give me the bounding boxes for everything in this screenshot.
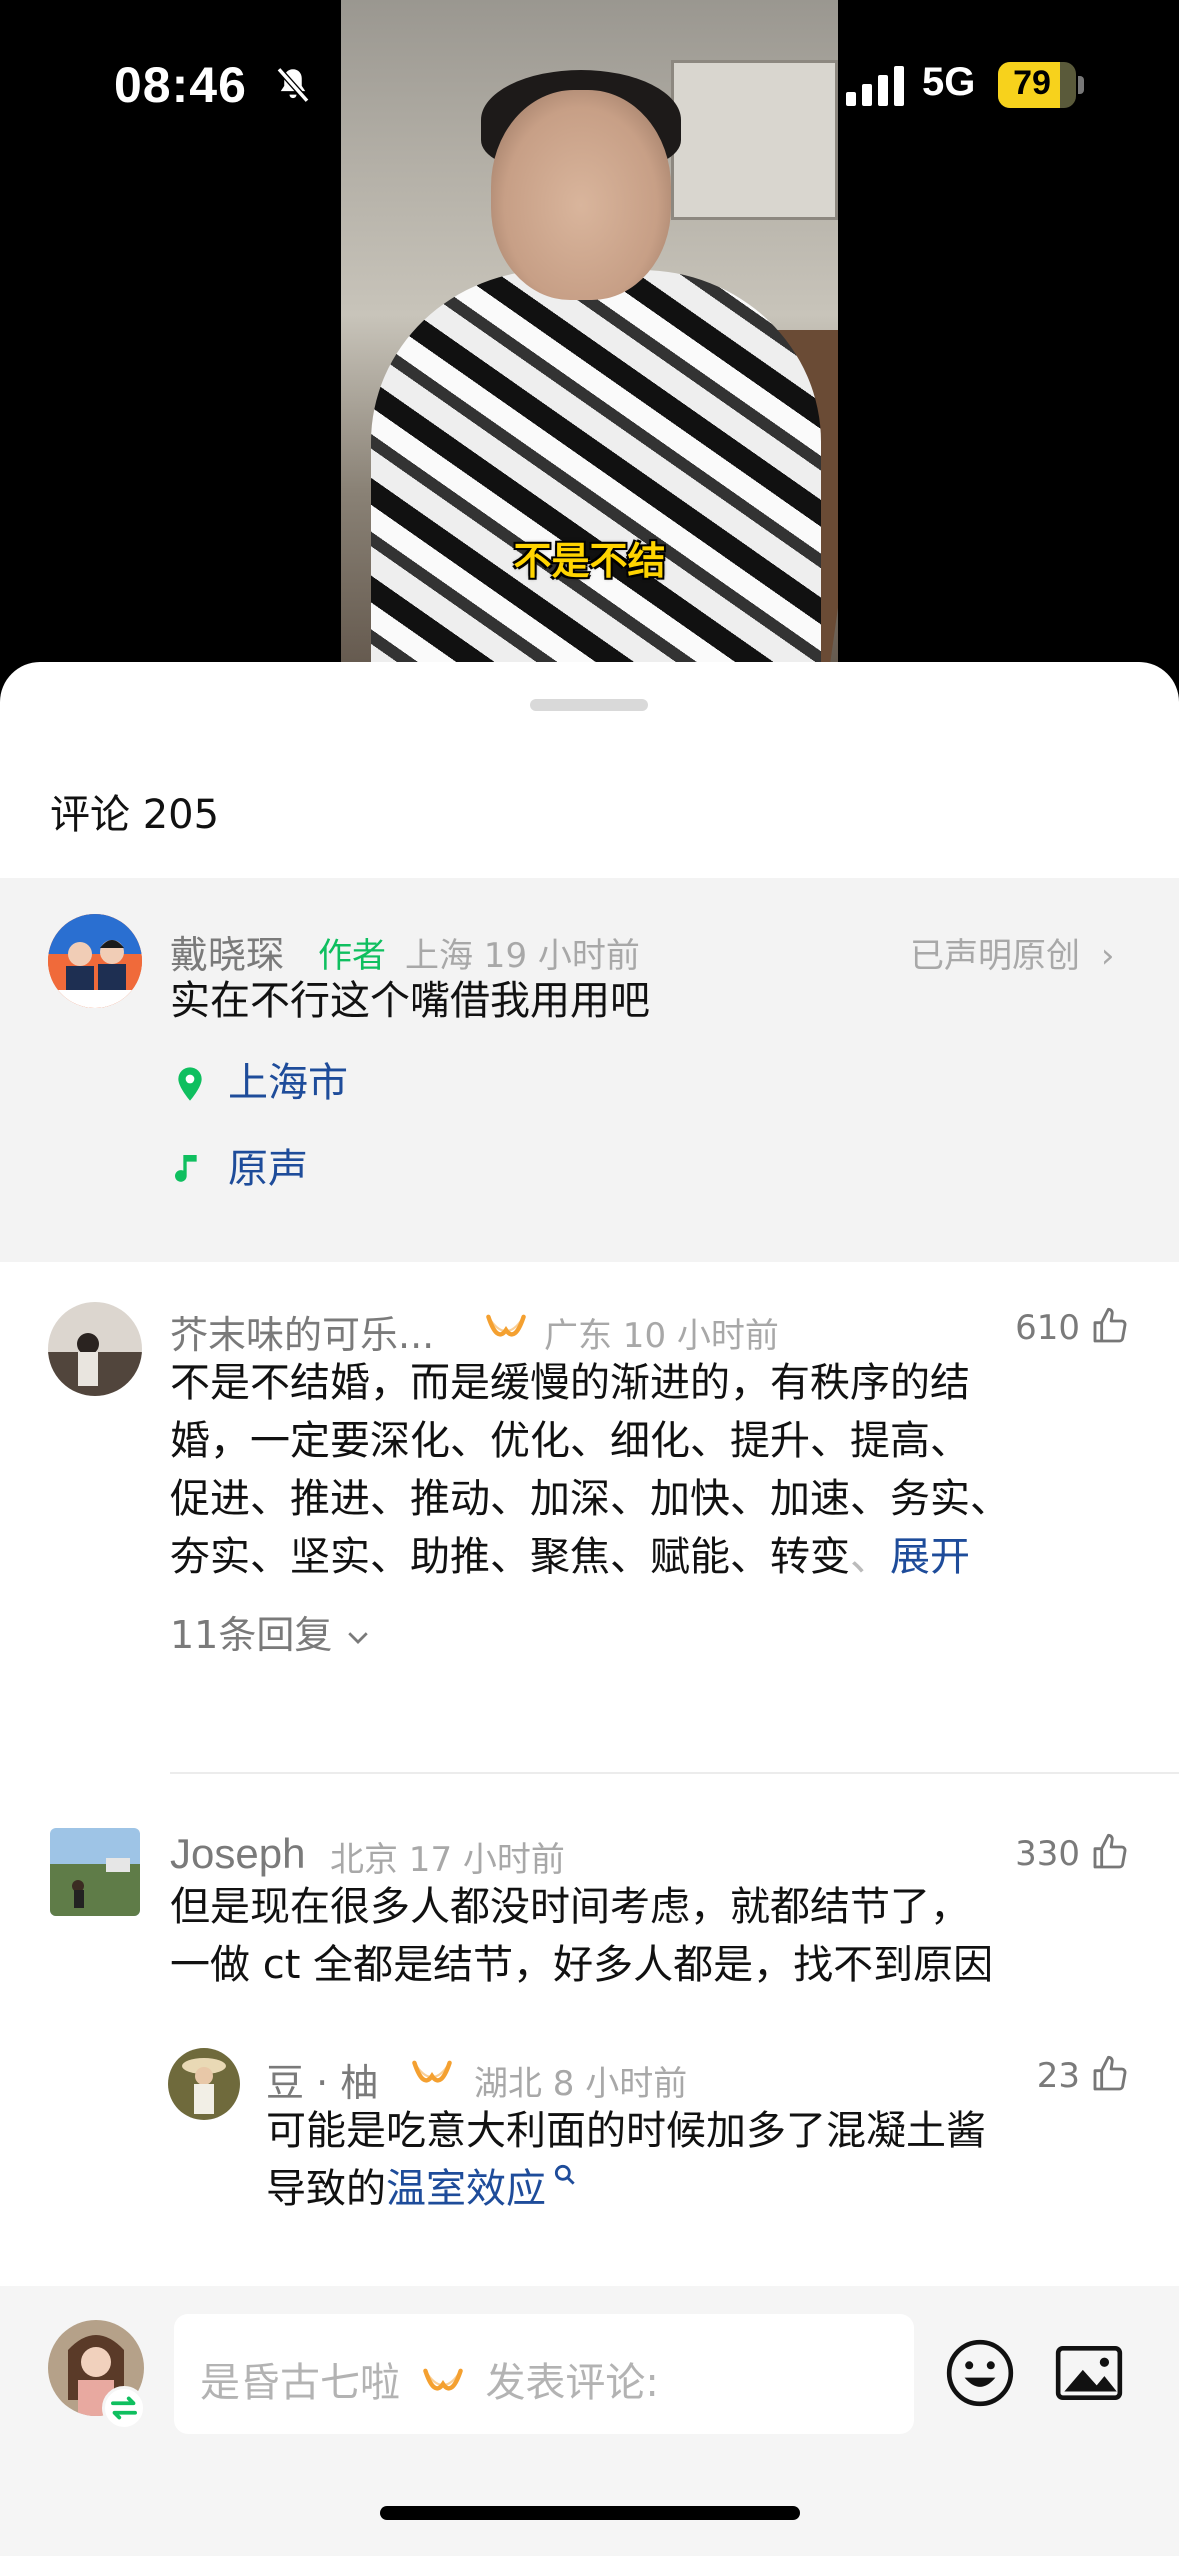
commenter-avatar-image: [50, 1828, 140, 1916]
view-replies-button[interactable]: 11条回复: [170, 1604, 373, 1657]
battery-icon: 79: [998, 62, 1076, 108]
comment-text-line: 夯实、坚实、助推、聚焦、赋能、转变: [170, 1534, 850, 1580]
bell-muted-icon: [276, 67, 310, 103]
home-indicator[interactable]: [380, 2506, 800, 2520]
thumbs-up-icon: [1093, 1833, 1127, 1869]
swap-arrows-icon: [111, 2396, 137, 2420]
status-time: 08:46: [114, 57, 247, 113]
author-tag: 作者: [318, 936, 386, 976]
battery-percent: 79: [1013, 64, 1051, 102]
comment-text-line: 但是现在很多人都没时间考虑，就都结节了，: [170, 1884, 970, 1930]
reply-text: 可能是吃意大利面的时候加多了混凝土酱 导致的温室效应: [266, 2102, 1136, 2218]
comment-item: Joseph 北京 17 小时前 330 但是现在很多人都没时间考虑，就都结节了…: [0, 1828, 1179, 2278]
author-comment: 戴晓琛 作者 上海 19 小时前 已声明原创 › 实在不行这个嘴借我用用吧 上海…: [0, 878, 1179, 1262]
like-count: 610: [1015, 1308, 1080, 1348]
cellular-signal-icon: [846, 66, 904, 106]
replier-name[interactable]: 豆 · 柚: [266, 2052, 378, 2107]
my-username: 是昏古七啦: [200, 2360, 400, 2406]
original-declared-label[interactable]: 已声明原创 ›: [910, 928, 1114, 977]
author-avatar-image: [48, 914, 142, 1008]
commenter-avatar[interactable]: [50, 1828, 140, 1916]
replier-location-time: 湖北 8 小时前: [474, 2064, 688, 2104]
comment-divider: [170, 1772, 1179, 1774]
author-name[interactable]: 戴晓琛: [170, 924, 284, 979]
vip-badge-icon: [486, 1314, 526, 1337]
screen: 不是不结 08:46 5G 79 评论 205 戴晓琛 作者 上海 19 小时前…: [0, 0, 1179, 2556]
expand-link[interactable]: 展开: [890, 1534, 970, 1580]
location-pin-icon: [178, 1067, 202, 1101]
vip-badge-icon: [422, 2368, 463, 2391]
emoji-icon[interactable]: [943, 2336, 1017, 2410]
replier-avatar-image: [168, 2048, 240, 2120]
like-button[interactable]: 610: [990, 1302, 1130, 1352]
search-keyword-link[interactable]: 温室效应: [386, 2166, 546, 2212]
comment-text-line: 婚，一定要深化、优化、细化、提升、提高、: [170, 1418, 970, 1464]
author-location-time: 上海 19 小时前: [405, 936, 640, 976]
chevron-down-icon: [348, 1632, 369, 1644]
comment-input-placeholder: 是昏古七啦 发表评论:: [200, 2350, 659, 2408]
like-button[interactable]: 23: [990, 2050, 1130, 2100]
replier-avatar[interactable]: [168, 2048, 240, 2120]
commenter-location-time: 广东 10 小时前: [544, 1316, 779, 1356]
comments-sheet: 评论 205 戴晓琛 作者 上海 19 小时前 已声明原创 › 实在不行这个嘴借…: [0, 662, 1179, 2556]
music-note-icon: [175, 1155, 197, 1182]
chevron-right-icon: ›: [1100, 936, 1115, 976]
commenter-name[interactable]: 芥末味的可乐...: [170, 1304, 434, 1359]
like-count: 330: [1015, 1834, 1080, 1874]
reply-text-line-2: 导致的温室效应: [266, 2160, 1136, 2218]
switch-account-icon[interactable]: [102, 2386, 146, 2430]
thumbs-up-icon: [1093, 1307, 1127, 1343]
original-declared-text: 已声明原创: [910, 936, 1080, 976]
status-bar: 08:46 5G 79: [0, 0, 1179, 150]
image-icon[interactable]: [1052, 2336, 1126, 2410]
reply-text-prefix: 导致的: [266, 2166, 386, 2212]
comment-item: 芥末味的可乐... 广东 10 小时前 610 不是不结婚，而是缓慢的渐进的，有…: [0, 1302, 1179, 1722]
comment-text: 但是现在很多人都没时间考虑，就都结节了， 一做 ct 全都是结节，好多人都是，找…: [170, 1878, 1130, 1994]
commenter-location-time: 北京 17 小时前: [330, 1840, 565, 1880]
sheet-grabber[interactable]: [530, 699, 648, 711]
commenter-avatar[interactable]: [48, 1302, 142, 1396]
video-caption: 不是不结: [513, 539, 666, 583]
reply-text-line: 可能是吃意大利面的时候加多了混凝土酱: [266, 2108, 986, 2154]
fade-ellipsis: 、: [850, 1534, 890, 1580]
view-replies-label: 11条回复: [170, 1613, 333, 1657]
author-comment-text: 实在不行这个嘴借我用用吧: [170, 978, 650, 1024]
thumbs-up-icon: [1093, 2055, 1127, 2091]
sound-tag-label: 原声: [228, 1146, 308, 1192]
video-person-shirt: [371, 270, 821, 700]
comments-title: 评论 205: [50, 792, 220, 838]
vip-badge-icon: [412, 2060, 452, 2083]
location-tag-label: 上海市: [228, 1060, 348, 1106]
battery-tip: [1078, 76, 1084, 94]
like-button[interactable]: 330: [990, 1828, 1130, 1878]
network-type: 5G: [922, 60, 976, 104]
reply-item: 豆 · 柚 湖北 8 小时前 23 可能是吃意大利面的时候加多了混凝土酱 导致的…: [0, 2048, 1179, 2288]
comment-text-line: 不是不结婚，而是缓慢的渐进的，有秩序的结: [170, 1360, 970, 1406]
comment-text-line: 促进、推进、推动、加深、加快、加速、务实、: [170, 1476, 1010, 1522]
commenter-avatar-image: [48, 1302, 142, 1396]
commenter-name[interactable]: Joseph: [170, 1830, 305, 1878]
placeholder-text: 发表评论:: [485, 2360, 659, 2406]
author-avatar[interactable]: [48, 914, 142, 1008]
comment-text-last-line: 夯实、坚实、助推、聚焦、赋能、转变、展开: [170, 1528, 1110, 1586]
comment-text: 不是不结婚，而是缓慢的渐进的，有秩序的结 婚，一定要深化、优化、细化、提升、提高…: [170, 1354, 1110, 1586]
like-count: 23: [1036, 2056, 1080, 2096]
comment-text-line: 一做 ct 全都是结节，好多人都是，找不到原因: [170, 1942, 994, 1988]
comment-input[interactable]: 是昏古七啦 发表评论:: [174, 2314, 914, 2434]
search-icon[interactable]: [552, 2162, 578, 2188]
